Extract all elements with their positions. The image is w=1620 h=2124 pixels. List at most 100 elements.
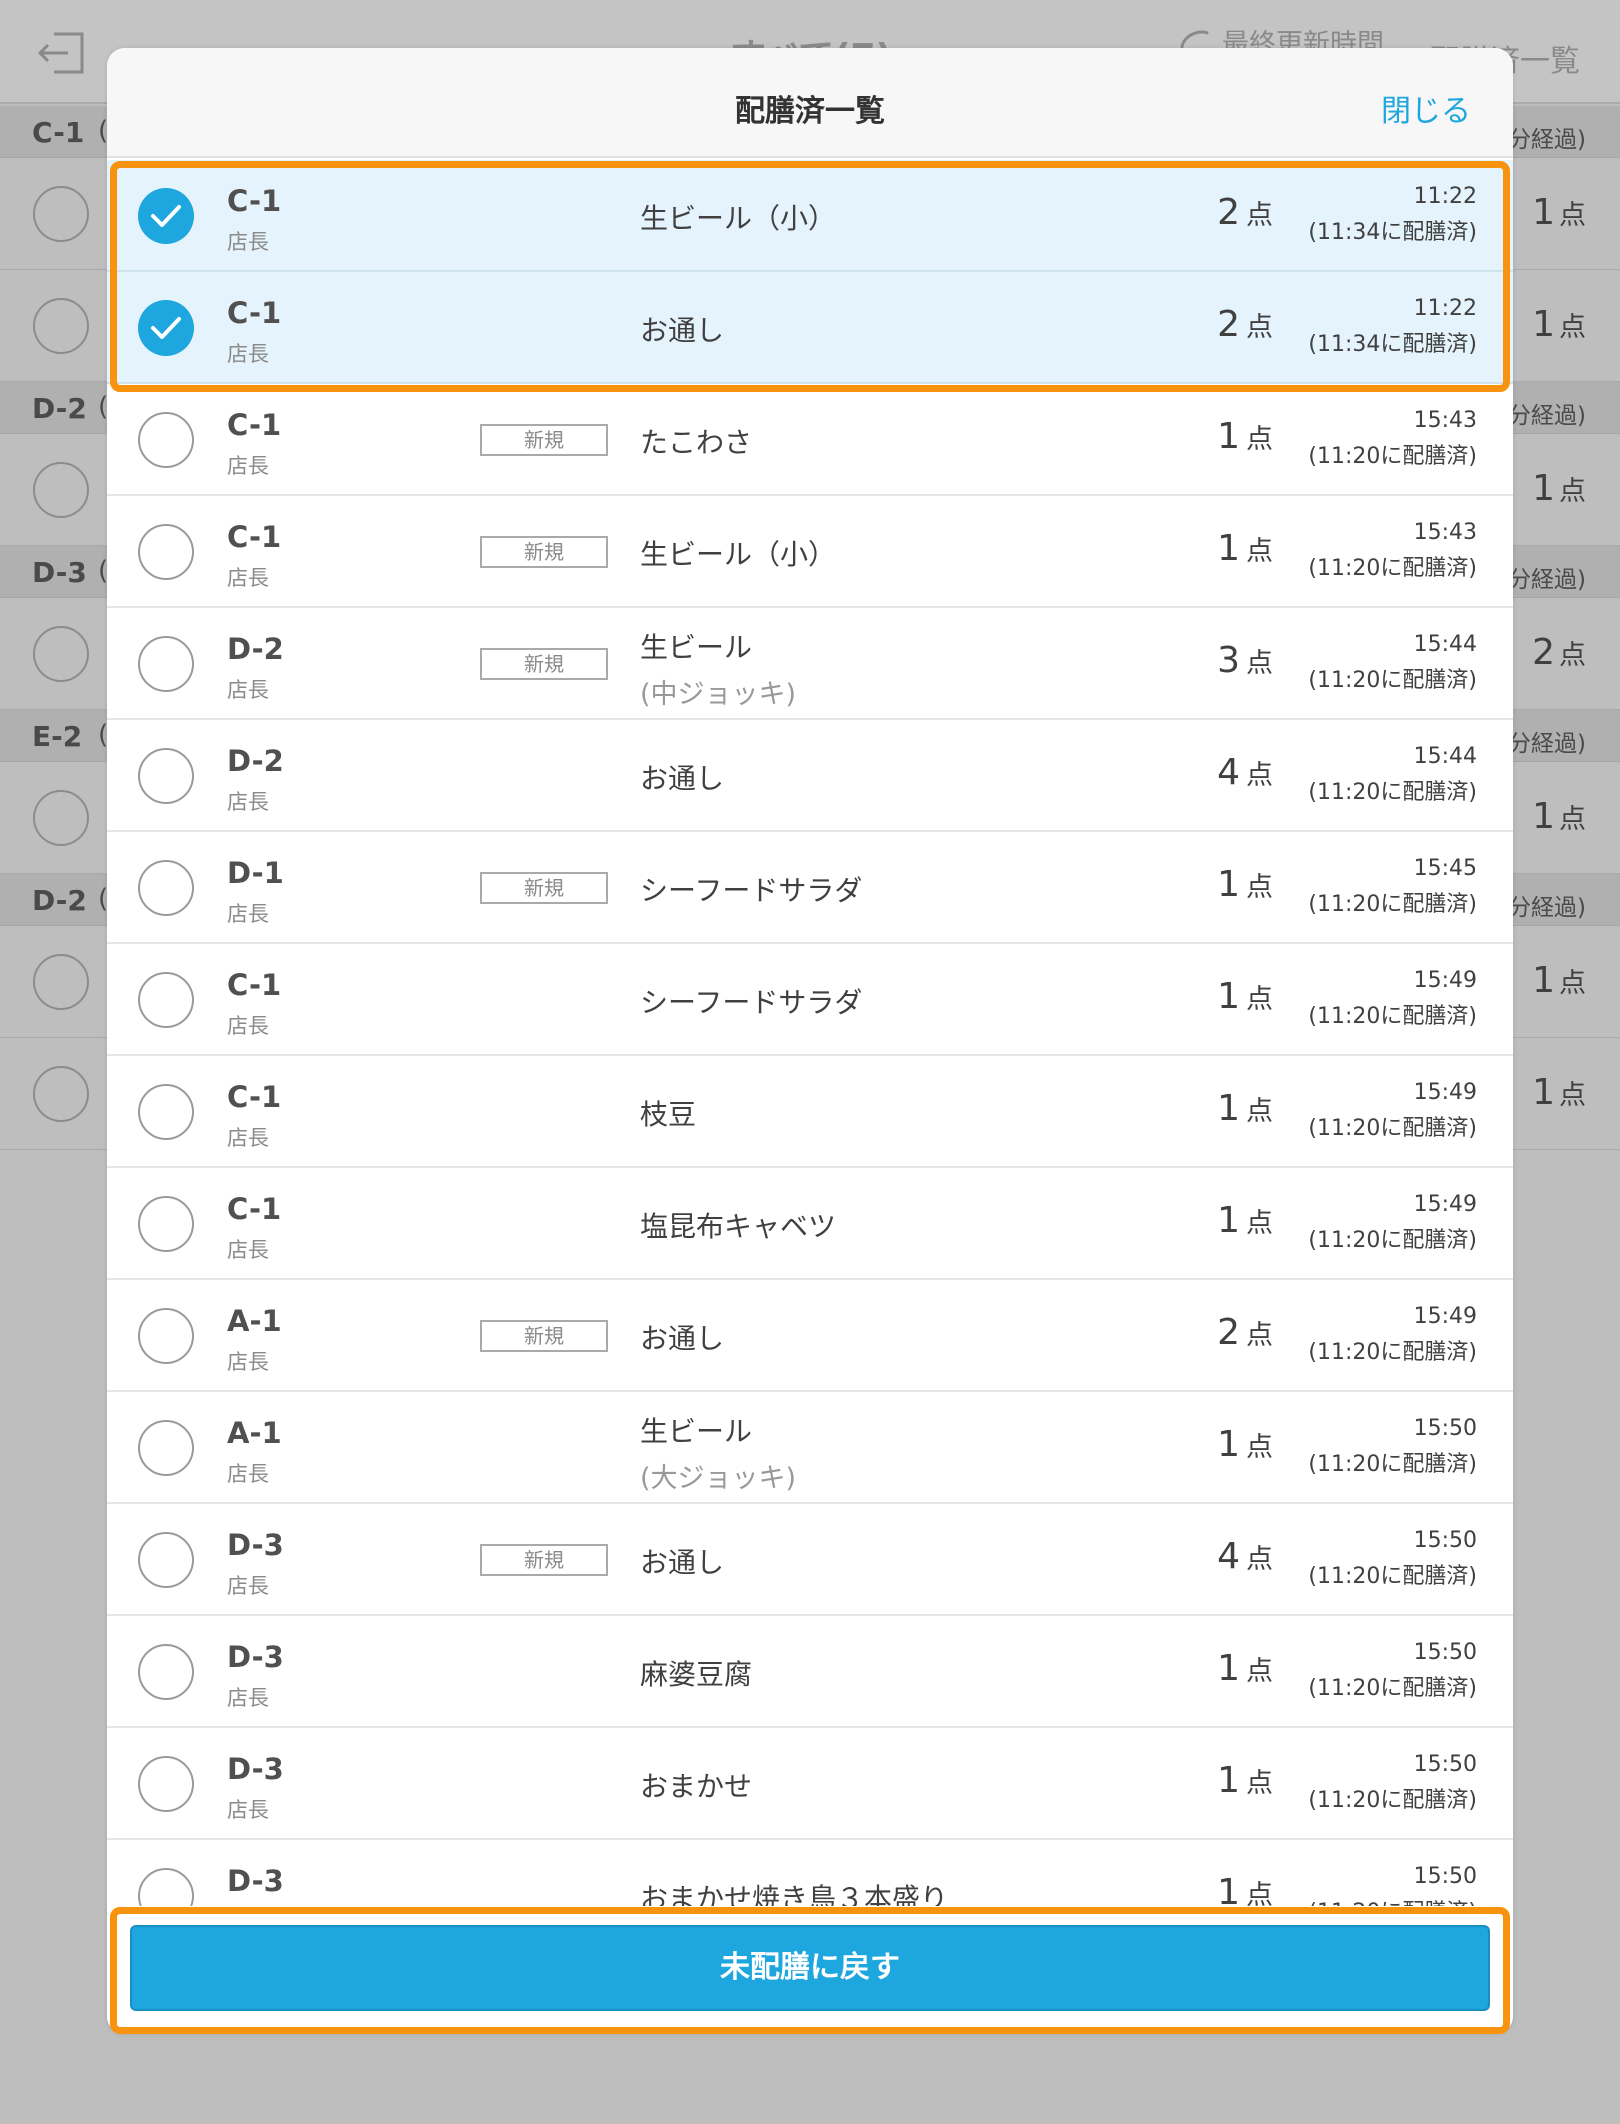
table-number: C-1 bbox=[227, 520, 282, 554]
unchecked-checkbox[interactable] bbox=[138, 748, 194, 804]
table-number: D-1 bbox=[227, 856, 284, 890]
unchecked-checkbox[interactable] bbox=[138, 524, 194, 580]
quantity-unit: 点 bbox=[1246, 1768, 1273, 1799]
quantity-number: 1 bbox=[1532, 468, 1555, 509]
item-quantity: 1点 bbox=[1217, 1760, 1273, 1801]
served-time: (11:20に配膳済) bbox=[1308, 1340, 1477, 1365]
served-item-row[interactable]: C-1 店長 生ビール（小） 2 点 11:22 (11:34に配膳済) bbox=[107, 160, 1513, 272]
item-quantity: 1点 bbox=[1217, 1088, 1273, 1129]
served-list-modal: 配膳済一覧 閉じる C-1 店長 生ビール（小） 2 点 11:22 (11:34に配膳済)… bbox=[107, 48, 1513, 2034]
new-order-badge: 新規 bbox=[480, 648, 608, 680]
item-size: (中ジョッキ) bbox=[640, 679, 797, 710]
background-quantity: 1点 bbox=[1532, 192, 1586, 233]
quantity-number: 1 bbox=[1217, 416, 1240, 457]
quantity-number: 3 bbox=[1217, 640, 1240, 681]
served-item-row[interactable]: D-3 店長 新規 お通し 4 点 15:50 (11:20に配膳済) bbox=[107, 1504, 1513, 1616]
served-item-row[interactable]: C-1 店長 新規 生ビール（小） 1 点 15:43 (11:20に配膳済) bbox=[107, 496, 1513, 608]
background-checkbox bbox=[33, 790, 89, 846]
item-name-text: シーフードサラダ bbox=[640, 986, 863, 1019]
order-time: 15:49 bbox=[1413, 1192, 1477, 1217]
unchecked-checkbox[interactable] bbox=[138, 1756, 194, 1812]
served-item-row[interactable]: D-3 店長 おまかせ 1 点 15:50 (11:20に配膳済) bbox=[107, 1728, 1513, 1840]
served-item-row[interactable]: D-2 店長 新規 生ビール (中ジョッキ) 3 点 15:44 (11:20に配膳済) bbox=[107, 608, 1513, 720]
served-item-row[interactable]: A-1 店長 新規 お通し 2 点 15:49 (11:20に配膳済) bbox=[107, 1280, 1513, 1392]
item-name-text: 生ビール（小） bbox=[640, 202, 837, 235]
checked-checkbox[interactable] bbox=[138, 300, 194, 356]
served-item-row[interactable]: A-1 店長 生ビール (大ジョッキ) 1 点 15:50 (11:20に配膳済) bbox=[107, 1392, 1513, 1504]
item-name-text: お通し bbox=[640, 1322, 725, 1355]
order-time: 15:50 bbox=[1413, 1640, 1477, 1665]
background-quantity: 1点 bbox=[1532, 1072, 1586, 1113]
unchecked-checkbox[interactable] bbox=[138, 1196, 194, 1252]
served-time: (11:20に配膳済) bbox=[1308, 1452, 1477, 1477]
order-time: 15:43 bbox=[1413, 520, 1477, 545]
quantity-unit: 点 bbox=[1246, 1544, 1273, 1575]
item-quantity: 1点 bbox=[1217, 528, 1273, 569]
quantity-number: 1 bbox=[1217, 1088, 1240, 1129]
new-order-badge: 新規 bbox=[480, 1320, 608, 1352]
item-quantity: 1点 bbox=[1217, 1200, 1273, 1241]
quantity-unit: 点 bbox=[1246, 1320, 1273, 1351]
unchecked-checkbox[interactable] bbox=[138, 1420, 194, 1476]
item-name: お通し bbox=[640, 1317, 724, 1357]
item-name: おまかせ bbox=[640, 1765, 752, 1805]
quantity-unit: 点 bbox=[1559, 968, 1586, 999]
group-elapsed: 分経過) bbox=[1508, 403, 1586, 429]
quantity-unit: 点 bbox=[1246, 1432, 1273, 1463]
quantity-number: 1 bbox=[1217, 976, 1240, 1017]
quantity-number: 1 bbox=[1217, 528, 1240, 569]
item-name: お通し bbox=[640, 1541, 724, 1581]
exit-icon[interactable] bbox=[36, 30, 86, 76]
unchecked-checkbox[interactable] bbox=[138, 1084, 194, 1140]
quantity-number: 1 bbox=[1532, 796, 1555, 837]
unchecked-checkbox[interactable] bbox=[138, 1532, 194, 1588]
return-to-unserved-button[interactable]: 未配膳に戻す bbox=[130, 1925, 1490, 2011]
item-name: 生ビール（小） bbox=[640, 197, 836, 237]
item-quantity: 2点 bbox=[1217, 1312, 1273, 1353]
served-item-row[interactable]: D-1 店長 新規 シーフードサラダ 1 点 15:45 (11:20に配膳済) bbox=[107, 832, 1513, 944]
served-item-row[interactable]: C-1 店長 塩昆布キャベツ 1 点 15:49 (11:20に配膳済) bbox=[107, 1168, 1513, 1280]
unchecked-checkbox[interactable] bbox=[138, 636, 194, 692]
served-time: (11:20に配膳済) bbox=[1308, 780, 1477, 805]
table-number: C-1 bbox=[227, 296, 282, 330]
item-name-text: お通し bbox=[640, 314, 725, 347]
item-name: 生ビール（小） bbox=[640, 533, 836, 573]
item-name: たこわさ bbox=[640, 421, 752, 461]
unchecked-checkbox[interactable] bbox=[138, 860, 194, 916]
served-item-row[interactable]: C-1 店長 シーフードサラダ 1 点 15:49 (11:20に配膳済) bbox=[107, 944, 1513, 1056]
served-items-list[interactable]: C-1 店長 生ビール（小） 2 点 11:22 (11:34に配膳済) C-1 店長 お通し 2 点… bbox=[107, 160, 1513, 1954]
unchecked-checkbox[interactable] bbox=[138, 1308, 194, 1364]
order-time: 15:43 bbox=[1413, 408, 1477, 433]
order-time: 15:50 bbox=[1413, 1528, 1477, 1553]
staff-name: 店長 bbox=[227, 902, 269, 926]
served-item-row[interactable]: D-3 店長 麻婆豆腐 1 点 15:50 (11:20に配膳済) bbox=[107, 1616, 1513, 1728]
unchecked-checkbox[interactable] bbox=[138, 1644, 194, 1700]
modal-header: 配膳済一覧 閉じる bbox=[107, 48, 1513, 158]
unchecked-checkbox[interactable] bbox=[138, 972, 194, 1028]
close-button[interactable]: 閉じる bbox=[1381, 86, 1471, 130]
item-name: 枝豆 bbox=[640, 1093, 696, 1133]
table-number: D-3 bbox=[227, 1528, 284, 1562]
checked-checkbox[interactable] bbox=[138, 188, 194, 244]
table-number: D-3 bbox=[227, 1640, 284, 1674]
served-item-row[interactable]: C-1 店長 お通し 2 点 11:22 (11:34に配膳済) bbox=[107, 272, 1513, 384]
item-quantity: 1点 bbox=[1217, 1424, 1273, 1465]
group-elapsed: 分経過) bbox=[1508, 895, 1586, 921]
served-time: (11:34に配膳済) bbox=[1308, 332, 1477, 357]
order-time: 15:49 bbox=[1413, 1304, 1477, 1329]
new-order-badge: 新規 bbox=[480, 872, 608, 904]
served-item-row[interactable]: C-1 店長 新規 たこわさ 1 点 15:43 (11:20に配膳済) bbox=[107, 384, 1513, 496]
quantity-number: 2 bbox=[1217, 192, 1240, 233]
staff-name: 店長 bbox=[227, 1238, 269, 1262]
item-name-text: たこわさ bbox=[640, 426, 753, 459]
quantity-number: 2 bbox=[1532, 632, 1555, 673]
group-table-label: C-1 bbox=[32, 116, 85, 149]
quantity-number: 1 bbox=[1217, 1424, 1240, 1465]
staff-name: 店長 bbox=[227, 1126, 269, 1150]
unchecked-checkbox[interactable] bbox=[138, 412, 194, 468]
item-name-text: 生ビール（小） bbox=[640, 538, 837, 571]
item-name: お通し bbox=[640, 757, 724, 797]
quantity-unit: 点 bbox=[1246, 1096, 1273, 1127]
served-item-row[interactable]: D-2 店長 お通し 4 点 15:44 (11:20に配膳済) bbox=[107, 720, 1513, 832]
served-item-row[interactable]: C-1 店長 枝豆 1 点 15:49 (11:20に配膳済) bbox=[107, 1056, 1513, 1168]
